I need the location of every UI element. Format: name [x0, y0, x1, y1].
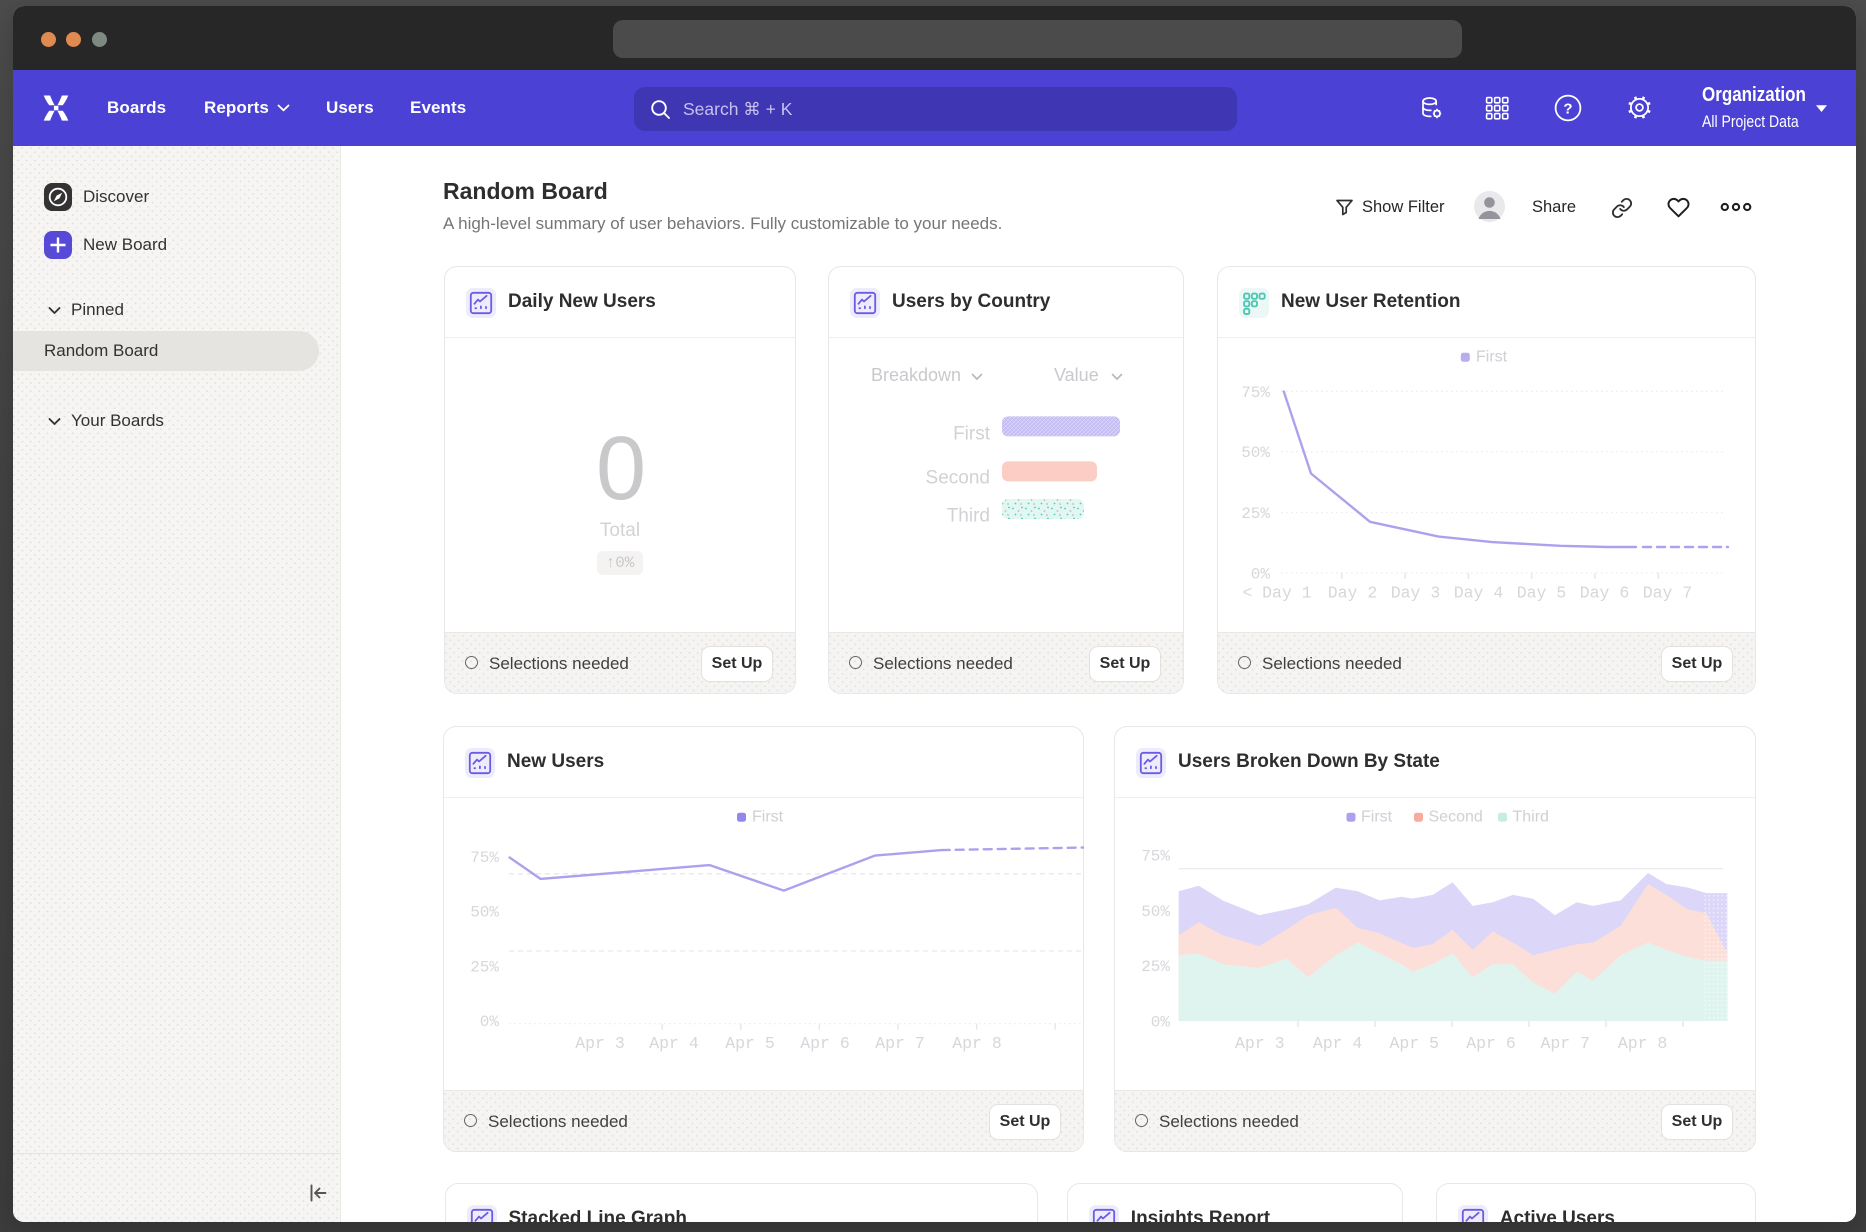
svg-text:First: First [1476, 349, 1508, 366]
svg-text:Apr 8: Apr 8 [1618, 1034, 1668, 1053]
svg-text:50%: 50% [1141, 903, 1170, 921]
svg-text:Apr 7: Apr 7 [875, 1034, 925, 1053]
svg-text:Apr 7: Apr 7 [1540, 1034, 1590, 1053]
svg-text:Second: Second [1429, 809, 1483, 826]
svg-text:Day 5: Day 5 [1517, 584, 1567, 603]
svg-text:Day 3: Day 3 [1391, 584, 1441, 603]
svg-text:Third: Third [947, 506, 990, 527]
svg-text:First: First [1361, 809, 1393, 826]
svg-text:Apr 5: Apr 5 [725, 1034, 775, 1053]
svg-text:Day 6: Day 6 [1580, 584, 1630, 603]
svg-text:Apr 6: Apr 6 [800, 1034, 850, 1053]
svg-text:25%: 25% [1241, 505, 1270, 523]
svg-text:First: First [752, 809, 784, 826]
svg-text:25%: 25% [1141, 958, 1170, 976]
svg-text:Apr 6: Apr 6 [1466, 1034, 1516, 1053]
svg-text:Apr 4: Apr 4 [649, 1034, 699, 1053]
svg-text:75%: 75% [1141, 847, 1170, 865]
svg-text:Apr 4: Apr 4 [1313, 1034, 1363, 1053]
svg-text:Day 4: Day 4 [1454, 584, 1504, 603]
svg-text:0%: 0% [1151, 1014, 1171, 1032]
svg-text:?: ? [1563, 100, 1572, 117]
svg-text:75%: 75% [470, 849, 499, 867]
svg-text:50%: 50% [1241, 444, 1270, 462]
svg-text:< Day 1: < Day 1 [1242, 584, 1311, 603]
svg-text:Third: Third [1513, 809, 1549, 826]
svg-text:25%: 25% [470, 958, 499, 976]
svg-text:0%: 0% [1251, 565, 1271, 583]
svg-text:75%: 75% [1241, 384, 1270, 402]
svg-text:First: First [953, 423, 991, 444]
svg-text:Apr 3: Apr 3 [1235, 1034, 1285, 1053]
svg-text:Day 7: Day 7 [1643, 584, 1693, 603]
svg-text:Apr 8: Apr 8 [952, 1034, 1002, 1053]
svg-text:50%: 50% [470, 904, 499, 922]
svg-text:Apr 3: Apr 3 [575, 1034, 625, 1053]
svg-text:Apr 5: Apr 5 [1390, 1034, 1440, 1053]
svg-text:Second: Second [926, 468, 990, 489]
svg-text:Day 2: Day 2 [1328, 584, 1378, 603]
svg-text:0%: 0% [480, 1013, 500, 1031]
